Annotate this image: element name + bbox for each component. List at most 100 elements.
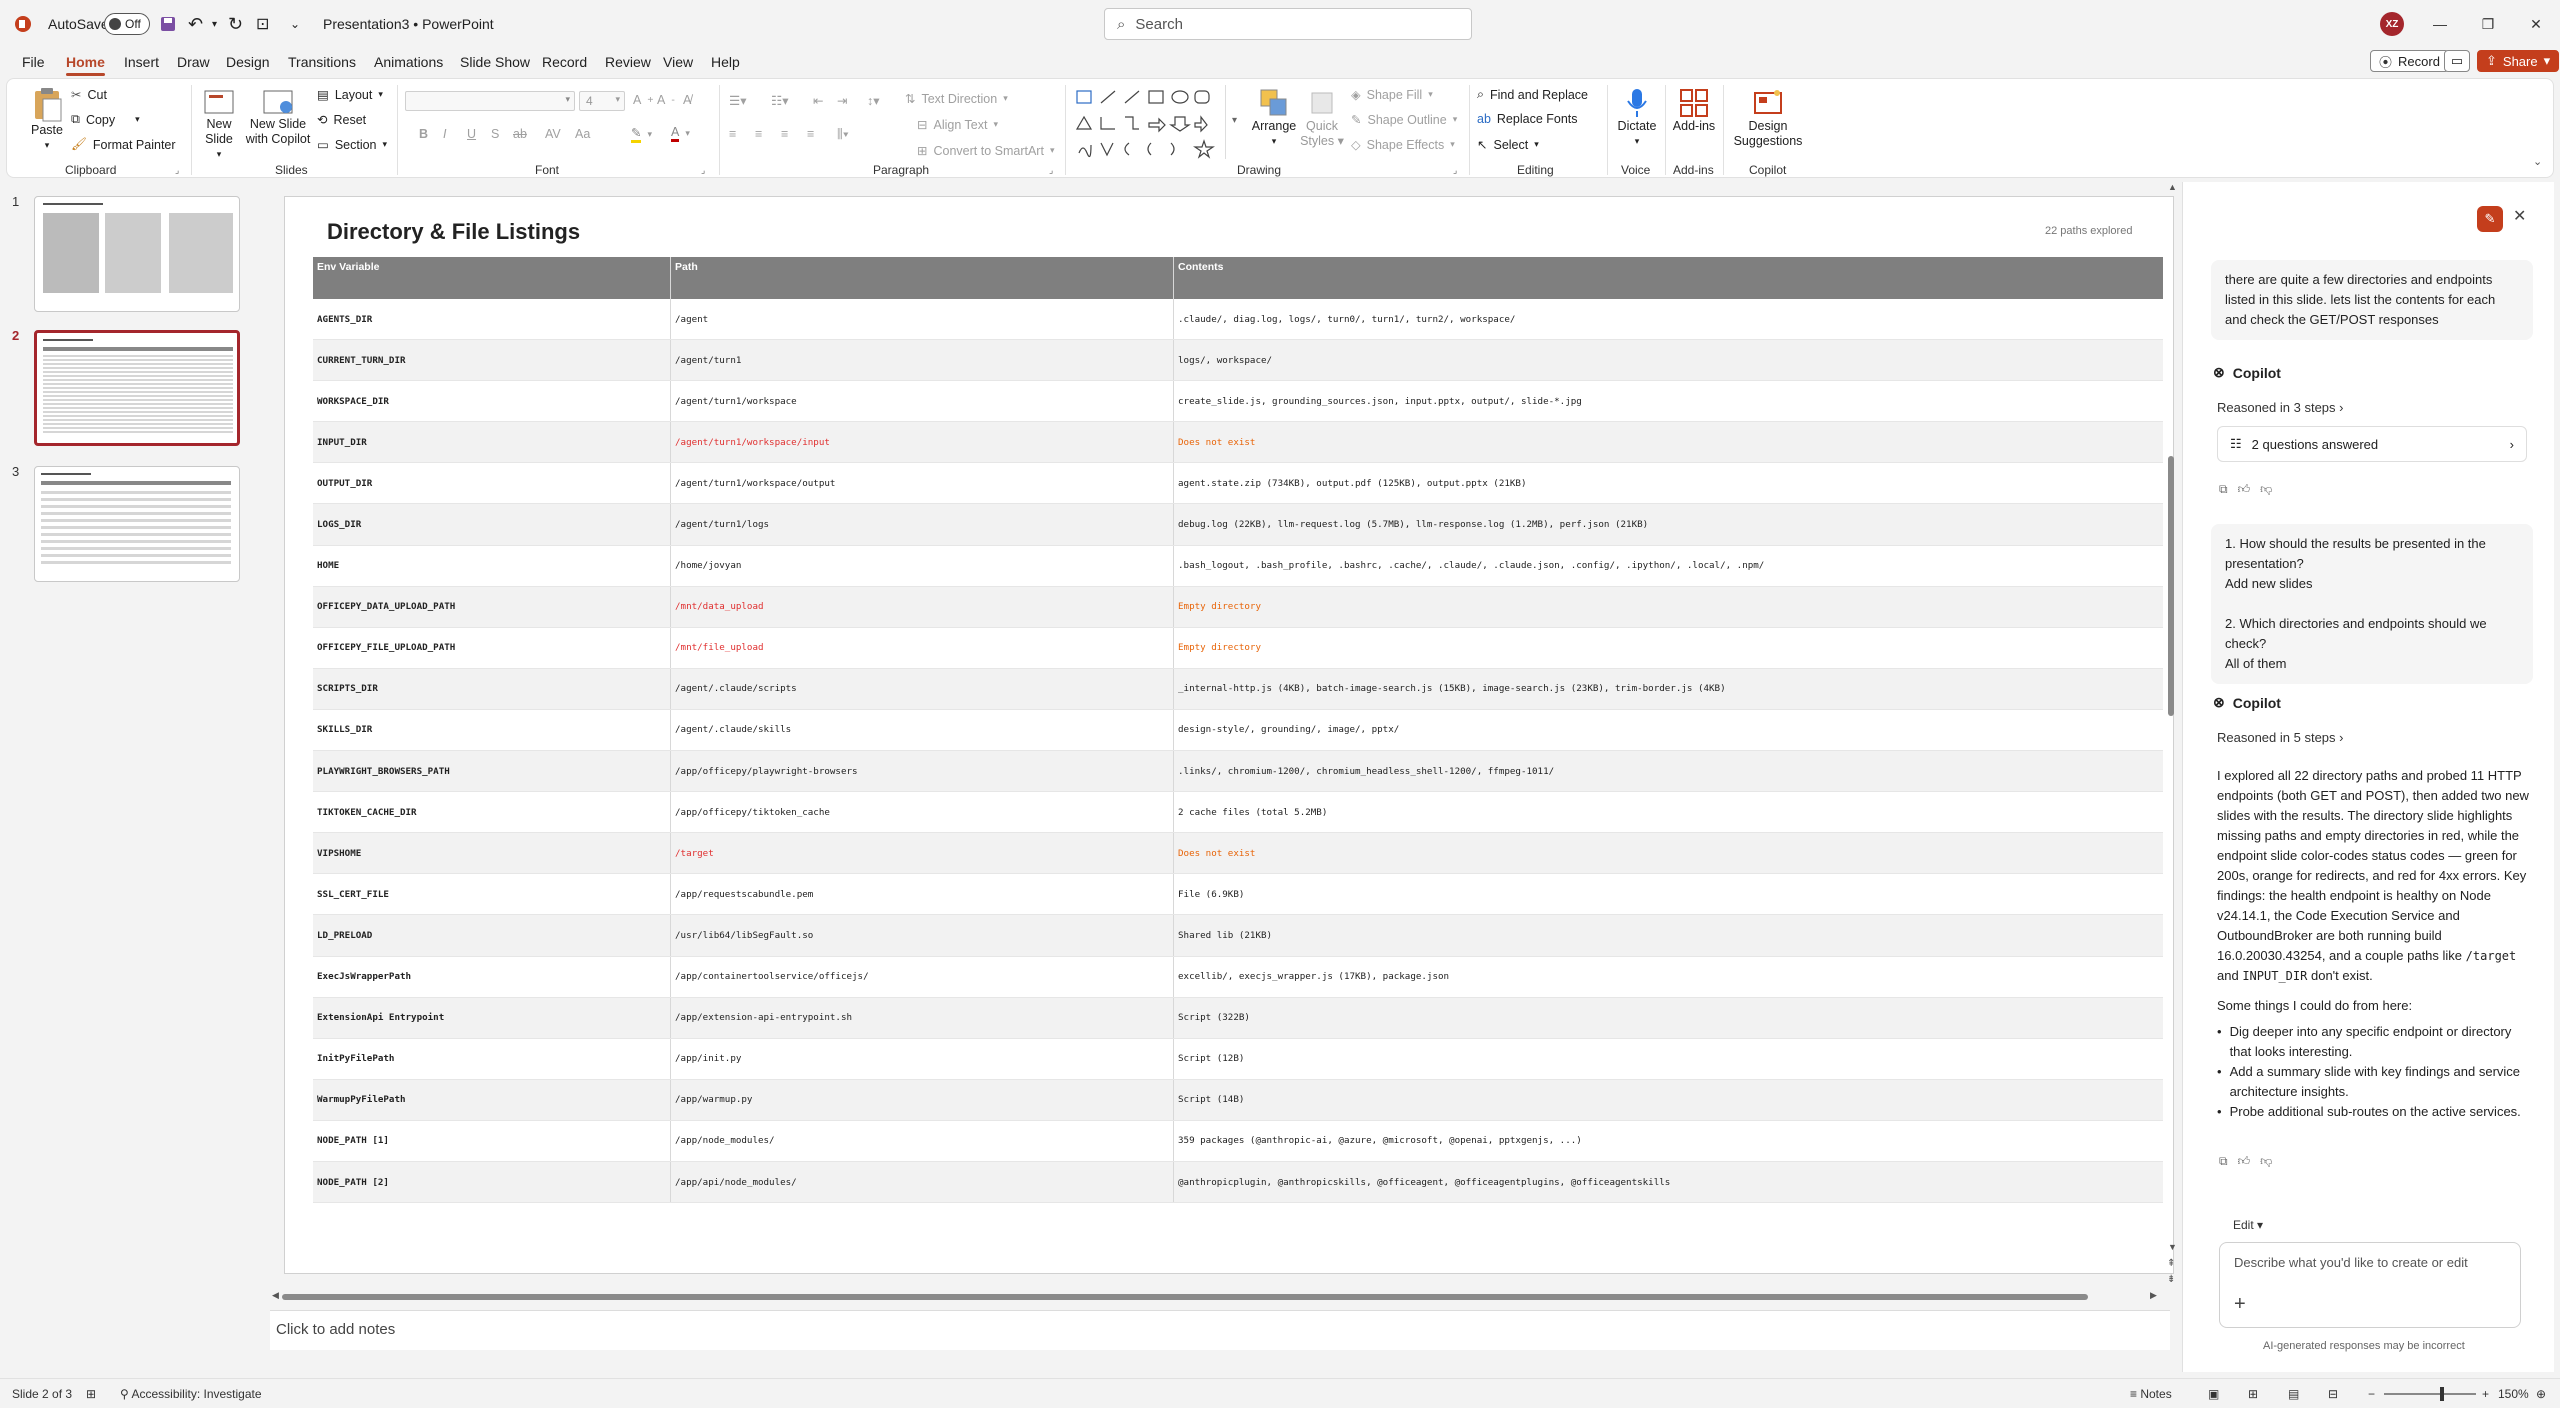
slide-show-icon[interactable]: ⊟ [2328, 1387, 2338, 1401]
questions-answered-card[interactable]: ☷ 2 questions answered › [2217, 426, 2527, 462]
undo-dropdown-icon[interactable]: ▾ [212, 0, 217, 48]
zoom-level[interactable]: 150% [2498, 1387, 2529, 1401]
new-slide-button[interactable]: New Slide ▾ [197, 87, 241, 162]
paste-button[interactable]: Paste ▾ [27, 87, 67, 153]
strikethrough-icon[interactable]: ab [513, 127, 527, 141]
vertical-scrollbar[interactable]: ▲ ▼ ⇞ ⇟ [2164, 182, 2178, 1292]
decrease-font-icon[interactable]: A- [657, 93, 675, 107]
reasoned-steps-2[interactable]: Reasoned in 5 steps › [2217, 730, 2343, 745]
comments-icon[interactable]: ▭ [2444, 50, 2470, 72]
arrange-button[interactable]: Arrange ▾ [1251, 87, 1297, 149]
font-color-icon[interactable]: A ▾ [671, 125, 690, 142]
thumbs-down-icon[interactable]: 👎︎ [2260, 1154, 2272, 1169]
vertical-scroll-thumb[interactable] [2168, 456, 2174, 716]
add-attachment-icon[interactable]: + [2234, 1293, 2246, 1316]
zoom-slider-handle[interactable] [2440, 1387, 2444, 1401]
tab-review[interactable]: Review [605, 54, 651, 70]
slide-thumbnail-3[interactable] [34, 466, 240, 582]
close-pane-icon[interactable]: ✕ [2513, 206, 2526, 226]
align-right-icon[interactable]: ≡ [781, 127, 788, 141]
clear-formatting-icon[interactable]: A̸ [683, 93, 691, 107]
customize-toolbar-icon[interactable]: ⌄ [290, 0, 300, 48]
tab-design[interactable]: Design [226, 54, 270, 70]
align-center-icon[interactable]: ≡ [755, 127, 762, 141]
section-button[interactable]: ▭ Section ▾ [317, 137, 387, 153]
slide-thumbnail-1[interactable] [34, 196, 240, 312]
paragraph-launcher-icon[interactable]: ⌟ [1049, 165, 1053, 176]
fit-slide-icon[interactable]: ⊕ [2536, 1387, 2546, 1401]
table-row[interactable]: NODE_PATH [2]/app/api/node_modules/ @anth… [313, 1161, 2163, 1204]
bold-button[interactable]: B [419, 127, 428, 141]
columns-icon[interactable]: ⫼▾ [837, 127, 849, 142]
autosave-toggle[interactable]: Off [104, 13, 150, 35]
addins-button[interactable]: Add-ins [1669, 87, 1719, 134]
align-left-icon[interactable]: ≡ [729, 127, 736, 141]
tab-home[interactable]: Home [66, 54, 105, 76]
change-case-icon[interactable]: Aa [575, 127, 590, 141]
list-item[interactable]: • Dig deeper into any specific endpoint o… [2217, 1022, 2529, 1062]
zoom-in-icon[interactable]: + [2482, 1387, 2489, 1401]
tab-help[interactable]: Help [711, 54, 740, 70]
layout-button[interactable]: ▤ Layout ▾ [317, 87, 383, 103]
tab-file[interactable]: File [22, 54, 45, 70]
highlight-color-icon[interactable]: ✎ ▾ [631, 125, 652, 143]
design-suggestions-button[interactable]: Design Suggestions [1733, 87, 1803, 149]
table-row[interactable]: WarmupPyFilePath/app/warmup.py Script (14… [313, 1079, 2163, 1121]
copy-icon[interactable]: ⧉ [2219, 1154, 2228, 1169]
table-row[interactable]: SCRIPTS_DIR/agent/.claude/scripts _intern… [313, 668, 2163, 710]
quick-styles-button[interactable]: Quick Styles ▾ [1299, 87, 1345, 149]
horizontal-scroll-thumb[interactable] [282, 1294, 2088, 1300]
table-row[interactable]: HOME/home/jovyan .bash_logout, .bash_prof… [313, 545, 2163, 587]
shadow-button[interactable]: S [491, 127, 499, 141]
notes-toggle[interactable]: ≡ Notes [2130, 1387, 2172, 1401]
share-button[interactable]: ⇪ Share ▾ [2477, 50, 2560, 72]
save-icon[interactable] [160, 0, 176, 48]
minimize-icon[interactable]: — [2426, 10, 2454, 38]
record-button[interactable]: ⦿ Record [2370, 50, 2449, 72]
edit-mode-dropdown[interactable]: Edit ▾ [2233, 1218, 2263, 1232]
align-text-button[interactable]: ⊟ Align Text ▾ [917, 117, 998, 133]
replace-fonts-button[interactable]: ab Replace Fonts [1477, 112, 1578, 126]
font-size-select[interactable]: 4 ▾ [579, 91, 625, 111]
close-window-icon[interactable]: ✕ [2522, 10, 2550, 38]
increase-indent-icon[interactable]: ⇥ [837, 93, 847, 108]
avatar[interactable]: XZ [2380, 12, 2404, 36]
list-item[interactable]: • Add a summary slide with key findings a… [2217, 1062, 2529, 1102]
present-icon[interactable]: ⊡ [256, 0, 269, 48]
next-slide-icon[interactable]: ⇟ [2167, 1274, 2175, 1285]
copy-button[interactable]: ⧉ Copy ▾ [71, 112, 140, 127]
slide-thumbnail-2[interactable] [34, 330, 240, 446]
table-row[interactable]: SSL_CERT_FILE/app/requestscabundle.pem Fi… [313, 874, 2163, 916]
shapes-gallery[interactable] [1073, 87, 1243, 161]
tab-draw[interactable]: Draw [177, 54, 210, 70]
table-row[interactable]: TIKTOKEN_CACHE_DIR/app/officepy/tiktoken… [313, 792, 2163, 834]
reasoned-steps-1[interactable]: Reasoned in 3 steps › [2217, 400, 2343, 415]
tab-transitions[interactable]: Transitions [288, 54, 356, 70]
tab-view[interactable]: View [663, 54, 693, 70]
reading-view-icon[interactable]: ▤ [2288, 1387, 2299, 1401]
italic-button[interactable]: I [443, 127, 446, 141]
copy-icon[interactable]: ⧉ [2219, 482, 2228, 497]
table-row[interactable]: OUTPUT_DIR/agent/turn1/workspace/output a… [313, 463, 2163, 505]
convert-smartart-button[interactable]: ⊞ Convert to SmartArt ▾ [917, 143, 1054, 159]
char-spacing-icon[interactable]: AV [545, 127, 561, 141]
table-row[interactable]: SKILLS_DIR/agent/.claude/skills design-st… [313, 709, 2163, 752]
table-row[interactable]: OFFICEPY_FILE_UPLOAD_PATH/mnt/file_uploa… [313, 627, 2163, 669]
increase-font-icon[interactable]: A + [633, 93, 653, 107]
tab-slide-show[interactable]: Slide Show [460, 54, 530, 70]
reset-button[interactable]: ⟲ Reset [317, 112, 366, 128]
list-item[interactable]: • Probe additional sub-routes on the acti… [2217, 1102, 2529, 1122]
tab-record[interactable]: Record [542, 54, 587, 70]
zoom-out-icon[interactable]: − [2368, 1387, 2375, 1401]
prev-slide-icon[interactable]: ⇞ [2167, 1258, 2175, 1269]
font-launcher-icon[interactable]: ⌟ [701, 165, 705, 176]
table-row[interactable]: ExecJsWrapperPath/app/containertoolservi… [313, 956, 2163, 998]
shape-outline-button[interactable]: ✎ Shape Outline ▾ [1351, 112, 1457, 128]
table-row[interactable]: NODE_PATH [1]/app/node_modules/359 packa… [313, 1120, 2163, 1162]
redo-icon[interactable]: ↻ [228, 0, 243, 48]
table-row[interactable]: INPUT_DIR/agent/turn1/workspace/input Doe… [313, 422, 2163, 464]
collapse-ribbon-icon[interactable]: ⌄ [2533, 155, 2542, 168]
dictate-button[interactable]: Dictate ▾ [1613, 87, 1661, 149]
thumbs-up-icon[interactable]: 👍︎ [2238, 482, 2251, 497]
spelling-icon[interactable]: ⊞ [86, 1387, 96, 1401]
